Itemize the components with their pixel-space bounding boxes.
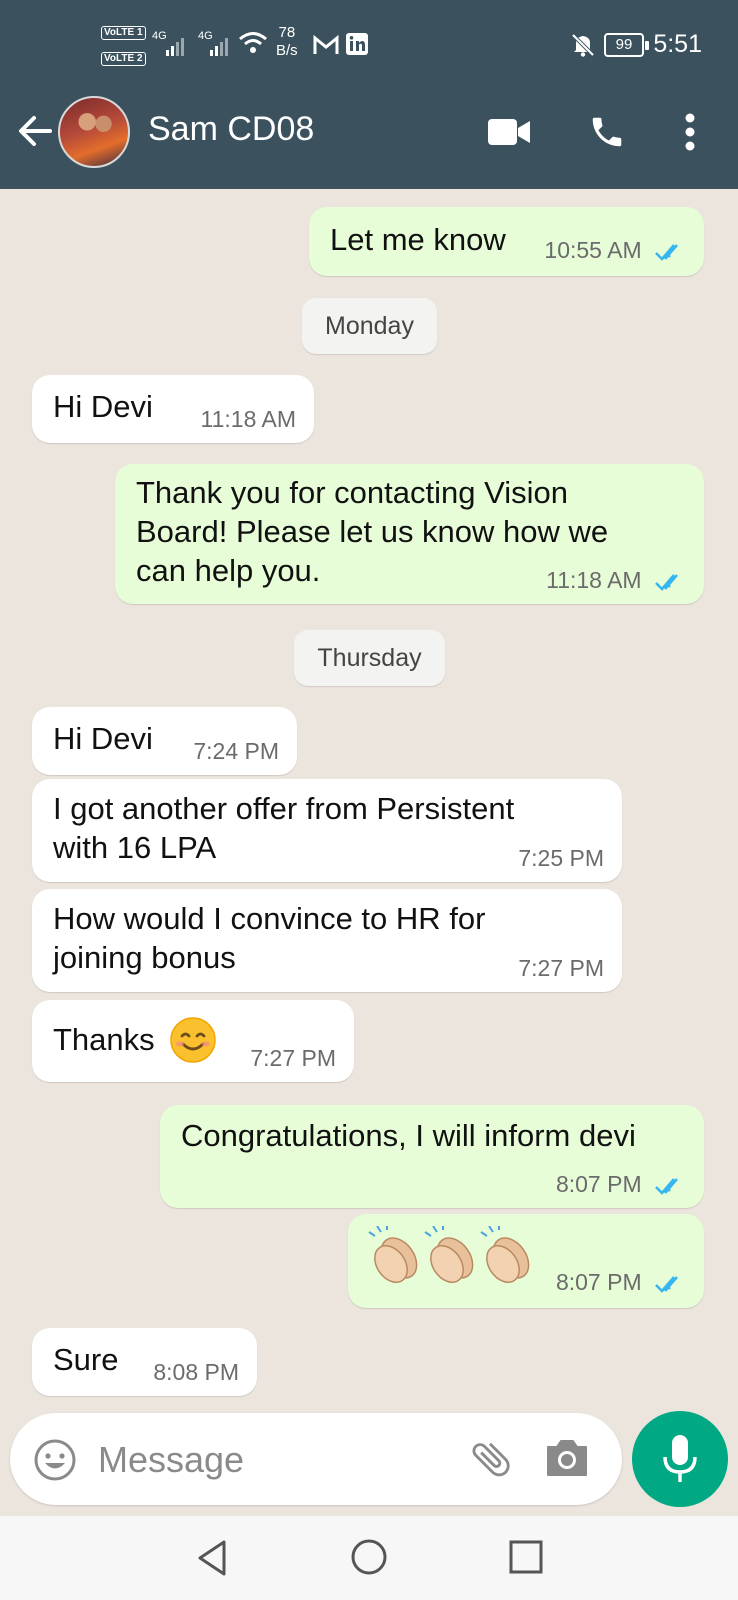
- attach-icon[interactable]: [468, 1435, 514, 1483]
- message-time: 10:55 AM: [544, 237, 642, 263]
- message-time: 8:08 PM: [153, 1359, 239, 1385]
- message-text: Thank you for contacting Vision Board! P…: [136, 475, 609, 588]
- incoming-message[interactable]: I got another offer from Persistent with…: [32, 779, 622, 882]
- smiling-face-emoji-icon: [170, 1017, 216, 1063]
- system-navigation-bar: [0, 1516, 738, 1600]
- signal-2-icon: [210, 38, 228, 56]
- nav-home-icon[interactable]: [350, 1538, 388, 1576]
- mic-button[interactable]: [632, 1411, 728, 1507]
- status-bar: VoLTE 1 VoLTE 2 4G 4G 78 B/s 99 5:51: [0, 0, 738, 90]
- more-options-icon[interactable]: [684, 112, 696, 152]
- read-ticks-icon: [655, 1276, 678, 1293]
- battery-indicator: 99: [604, 33, 649, 57]
- message-text: Congratulations, I will inform devi: [181, 1118, 636, 1153]
- message-text: Hi Devi: [53, 721, 153, 756]
- nav-recents-icon[interactable]: [508, 1539, 544, 1575]
- mute-notifications-icon: [571, 33, 595, 57]
- video-call-icon[interactable]: [487, 116, 531, 148]
- volte-1-badge: VoLTE 1: [101, 26, 146, 40]
- incoming-message[interactable]: How would I convince to HR for joining b…: [32, 889, 622, 992]
- top-app-bar: VoLTE 1 VoLTE 2 4G 4G 78 B/s 99 5:51 Sam…: [0, 0, 738, 189]
- message-input[interactable]: [98, 1435, 448, 1485]
- message-time: 8:07 PM: [555, 1171, 642, 1197]
- volte-2-badge: VoLTE 2: [101, 52, 146, 66]
- outgoing-message[interactable]: 8:07 PM: [348, 1214, 704, 1308]
- message-composer: [10, 1413, 622, 1505]
- voice-call-icon[interactable]: [588, 112, 626, 152]
- outgoing-message[interactable]: Thank you for contacting Vision Board! P…: [115, 464, 704, 604]
- message-text: I got another offer from Persistent with…: [53, 791, 515, 865]
- signal-1-icon: [166, 38, 184, 56]
- message-meta: 11:18 AM: [546, 567, 686, 594]
- back-arrow-icon[interactable]: [14, 110, 56, 152]
- message-text: How would I convince to HR for joining b…: [53, 901, 486, 975]
- status-time: 5:51: [653, 30, 702, 58]
- message-time: 7:24 PM: [193, 738, 279, 764]
- message-time: 11:18 AM: [200, 406, 296, 432]
- message-meta: 8:07 PM: [556, 1171, 686, 1198]
- network-type-1: 4G: [152, 30, 167, 42]
- mic-icon: [663, 1435, 697, 1482]
- outgoing-message[interactable]: Congratulations, I will inform devi 8:07…: [160, 1105, 704, 1208]
- contact-name[interactable]: Sam CD08: [148, 110, 314, 149]
- date-divider: Monday: [302, 298, 437, 354]
- emoji-icon[interactable]: [32, 1437, 78, 1483]
- incoming-message[interactable]: Thanks 7:27 PM: [32, 1000, 354, 1082]
- linkedin-icon: [346, 33, 368, 55]
- message-text: Let me know: [330, 222, 506, 257]
- message-text: Hi Devi: [53, 389, 153, 424]
- wifi-icon: [239, 32, 267, 53]
- read-ticks-icon: [655, 574, 678, 591]
- nav-back-icon[interactable]: [194, 1538, 230, 1578]
- message-time: 7:27 PM: [250, 1045, 336, 1071]
- clapping-hands-emoji-icon: [424, 1226, 474, 1283]
- message-text: Thanks: [53, 1022, 155, 1057]
- read-ticks-icon: [655, 1178, 678, 1195]
- message-time: 11:18 AM: [546, 567, 642, 593]
- network-speed: 78 B/s: [276, 24, 298, 59]
- message-meta: 8:07 PM: [556, 1269, 686, 1296]
- clapping-hands-emoji-icon: [480, 1226, 530, 1283]
- message-time: 8:07 PM: [555, 1269, 642, 1295]
- emoji-row: [367, 1226, 537, 1288]
- camera-icon[interactable]: [544, 1437, 590, 1479]
- incoming-message[interactable]: Sure 8:08 PM: [32, 1328, 257, 1396]
- message-time: 7:25 PM: [518, 845, 604, 871]
- incoming-message[interactable]: Hi Devi 11:18 AM: [32, 375, 314, 443]
- chat-area[interactable]: Let me know 10:55 AM Monday Hi Devi 11:1…: [0, 189, 738, 1400]
- gmail-icon: [313, 34, 339, 54]
- contact-avatar[interactable]: [58, 96, 130, 168]
- message-text: Sure: [53, 1342, 119, 1377]
- clapping-hands-emoji-icon: [368, 1226, 418, 1283]
- outgoing-message[interactable]: Let me know 10:55 AM: [309, 207, 704, 276]
- message-time: 7:27 PM: [518, 955, 604, 981]
- read-ticks-icon: [655, 244, 678, 261]
- message-meta: 10:55 AM: [544, 237, 686, 264]
- date-divider: Thursday: [294, 630, 445, 686]
- incoming-message[interactable]: Hi Devi 7:24 PM: [32, 707, 297, 775]
